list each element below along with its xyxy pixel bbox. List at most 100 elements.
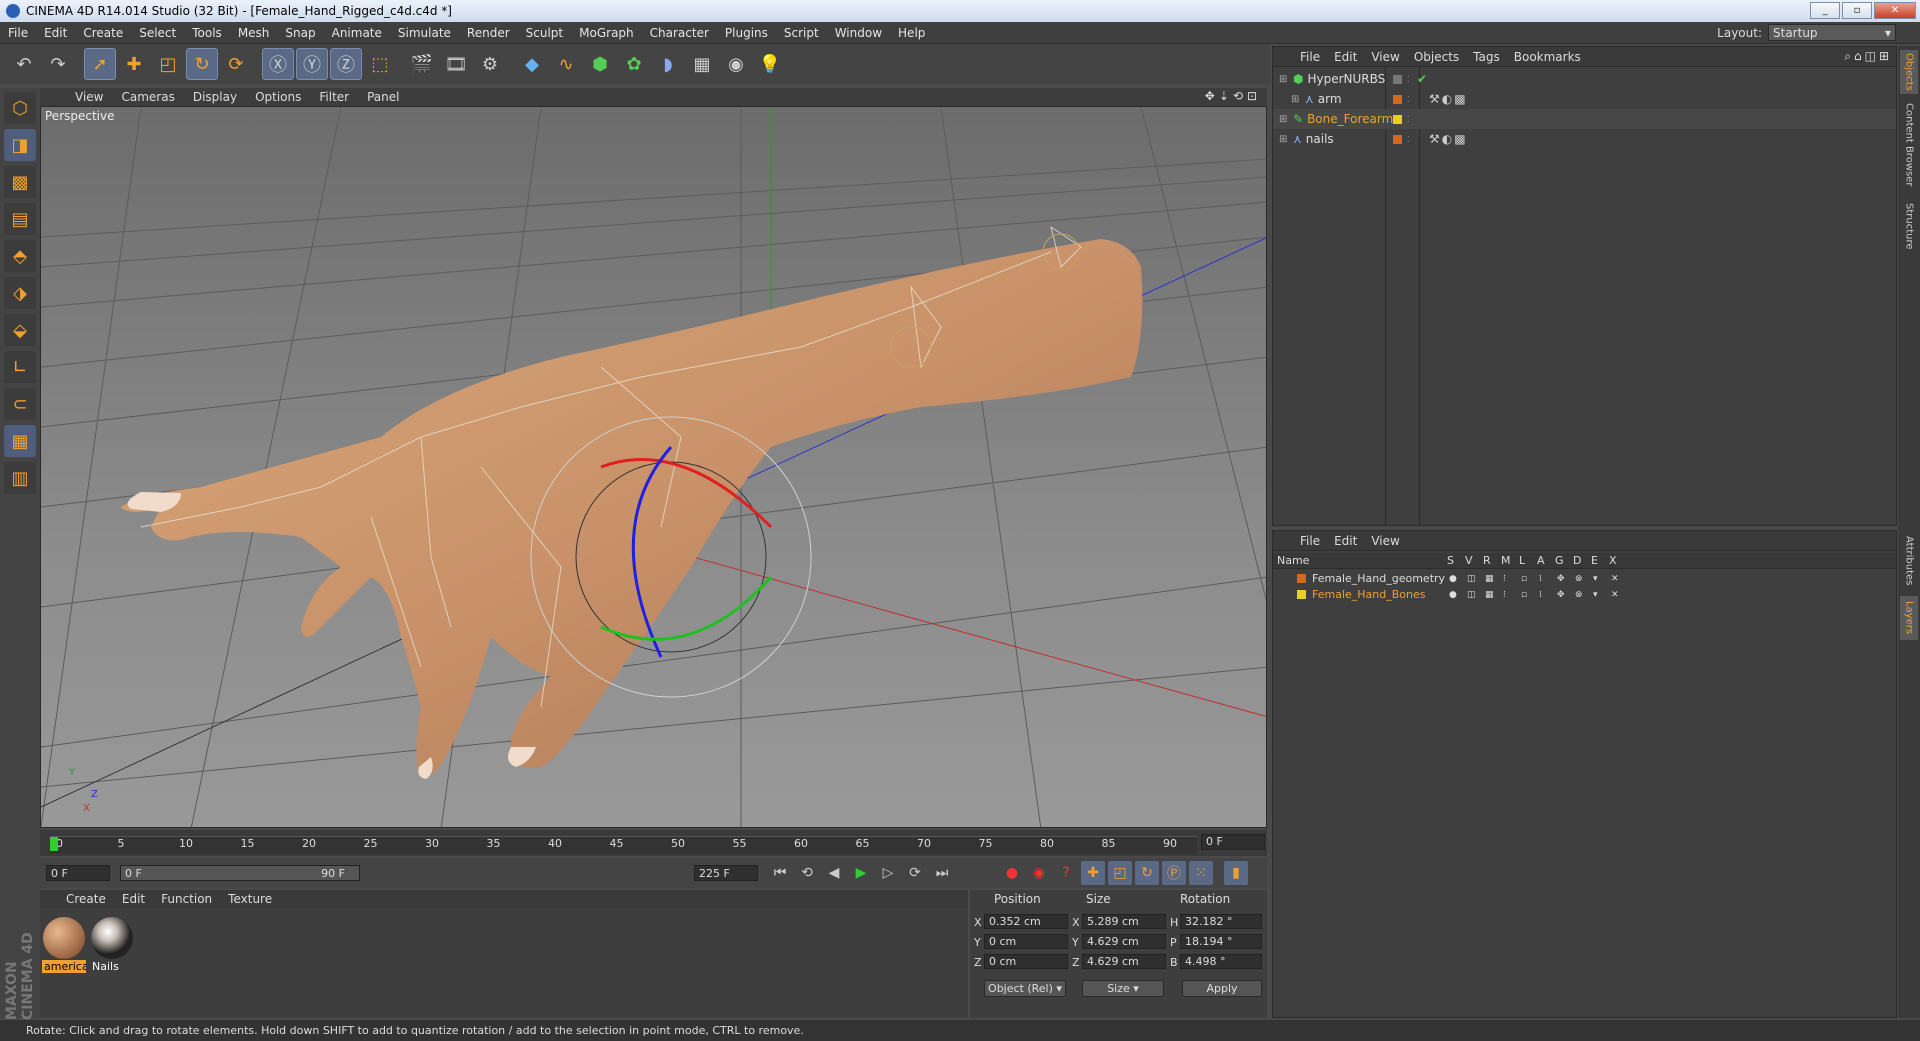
key-pla-icon[interactable]: ⁙ xyxy=(1189,861,1213,885)
go-to-end-icon[interactable]: ⏭ xyxy=(930,861,954,885)
start-frame-field[interactable]: 0 F xyxy=(46,865,110,881)
layer-toggle-icon[interactable]: ✕ xyxy=(1611,590,1619,600)
tab-objects[interactable]: Objects xyxy=(1900,50,1918,94)
object-menu-bookmarks[interactable]: Bookmarks xyxy=(1507,50,1588,64)
material-menu-texture[interactable]: Texture xyxy=(220,892,280,906)
object-row[interactable]: ⊞ ⬢ HyperNURBS ⁚ ✔ xyxy=(1273,69,1896,89)
object-menu-edit[interactable]: Edit xyxy=(1327,50,1364,64)
layer-menu-view[interactable]: View xyxy=(1364,534,1406,548)
camera-icon[interactable]: ◉ xyxy=(720,48,752,80)
layer-column-l[interactable]: L xyxy=(1519,554,1525,567)
make-editable-icon[interactable]: ⬡ xyxy=(4,92,36,124)
object-menu-file[interactable]: File xyxy=(1293,50,1327,64)
layer-color-swatch[interactable] xyxy=(1393,74,1402,84)
layer-toggle-icon[interactable]: ✕ xyxy=(1611,574,1619,584)
viewport-menu-view[interactable]: View xyxy=(66,90,112,104)
move-tool-button[interactable]: ✚ xyxy=(118,48,150,80)
texture-mode-icon[interactable]: ▩ xyxy=(4,166,36,198)
size-y-field[interactable]: 4.629 cm xyxy=(1082,934,1166,949)
layout-dropdown[interactable]: Startup ▾ xyxy=(1768,24,1896,41)
close-button[interactable]: ✕ xyxy=(1874,2,1916,19)
layer-column-m[interactable]: M xyxy=(1501,554,1511,567)
current-frame-field[interactable]: 0 F xyxy=(1201,834,1265,850)
live-selection-button[interactable]: ➚ xyxy=(84,48,116,80)
layer-column-d[interactable]: D xyxy=(1573,554,1581,567)
layer-column-r[interactable]: R xyxy=(1483,554,1491,567)
object-menu-tags[interactable]: Tags xyxy=(1466,50,1507,64)
playhead[interactable] xyxy=(50,837,58,851)
viewport-menu-display[interactable]: Display xyxy=(184,90,246,104)
expand-icon[interactable]: ⊞ xyxy=(1291,94,1301,105)
deformer-bend-icon[interactable]: ◗ xyxy=(652,48,684,80)
menu-character[interactable]: Character xyxy=(642,26,717,40)
layer-toggle-icon[interactable]: ▦ xyxy=(1485,590,1494,600)
recent-tools-button[interactable]: ⟳ xyxy=(220,48,252,80)
menu-help[interactable]: Help xyxy=(890,26,933,40)
layer-name[interactable]: Female_Hand_Bones xyxy=(1312,588,1426,601)
cube-primitive-icon[interactable]: ◆ xyxy=(516,48,548,80)
layer-column-a[interactable]: A xyxy=(1537,554,1545,567)
layer-column-v[interactable]: V xyxy=(1465,554,1473,567)
polygons-mode-icon[interactable]: ⬙ xyxy=(4,314,36,346)
menu-script[interactable]: Script xyxy=(776,26,827,40)
object-name[interactable]: arm xyxy=(1318,92,1400,106)
layer-toggle-icon[interactable]: ⁝ xyxy=(1503,590,1506,600)
size-mode-dropdown[interactable]: Size ▾ xyxy=(1082,980,1164,997)
object-tags-icons[interactable]: ⚒◐▩ xyxy=(1429,132,1468,146)
menu-window[interactable]: Window xyxy=(827,26,890,40)
next-frame-icon[interactable]: ▷ xyxy=(876,861,900,885)
edges-mode-icon[interactable]: ⬗ xyxy=(4,277,36,309)
enabled-check-icon[interactable]: ✔ xyxy=(1417,72,1427,86)
axis-mode-icon[interactable]: ∟ xyxy=(4,351,36,383)
timeline-ruler[interactable]: 0 5 10 15 20 25 30 35 40 45 50 55 60 65 70 75 80 85 90 xyxy=(50,836,1197,854)
apply-button[interactable]: Apply xyxy=(1182,980,1262,997)
layer-toggle-icon[interactable]: ▫ xyxy=(1521,574,1527,584)
object-row[interactable]: ⊞ ⋏ nails ⁚ ⚒◐▩ xyxy=(1273,129,1896,149)
menu-snap[interactable]: Snap xyxy=(277,26,323,40)
object-menu-view[interactable]: View xyxy=(1364,50,1406,64)
layer-color-swatch[interactable] xyxy=(1393,94,1402,104)
points-mode-icon[interactable]: ⬘ xyxy=(4,240,36,272)
material-americal[interactable]: americal xyxy=(42,916,86,973)
object-name[interactable]: nails xyxy=(1306,132,1400,146)
timeline-window-icon[interactable]: ▮ xyxy=(1224,861,1248,885)
render-picture-viewer-button[interactable]: 🎞 xyxy=(440,48,472,80)
viewport-nav-icons[interactable]: ✥⇣⟲⊡ xyxy=(1205,89,1261,103)
layer-menu-edit[interactable]: Edit xyxy=(1327,534,1364,548)
menu-render[interactable]: Render xyxy=(459,26,518,40)
object-name[interactable]: Bone_Forearm xyxy=(1307,112,1401,126)
z-axis-lock-button[interactable]: Ⓩ xyxy=(330,48,362,80)
array-cloner-icon[interactable]: ✿ xyxy=(618,48,650,80)
layer-column-name[interactable]: Name xyxy=(1277,554,1309,567)
object-row[interactable]: ⊞ ✎ Bone_Forearm ⁚ xyxy=(1273,109,1896,129)
layer-toggle-icon[interactable]: ⁝ xyxy=(1503,574,1506,584)
layer-toggle-icon[interactable]: ◫ xyxy=(1467,574,1476,584)
minimize-button[interactable]: _ xyxy=(1810,2,1840,19)
layer-column-e[interactable]: E xyxy=(1591,554,1598,567)
y-axis-lock-button[interactable]: Ⓨ xyxy=(296,48,328,80)
position-x-field[interactable]: 0.352 cm xyxy=(984,914,1068,929)
menu-plugins[interactable]: Plugins xyxy=(717,26,776,40)
workplane-lock-icon[interactable]: ▦ xyxy=(4,425,36,457)
key-scale-icon[interactable]: ◰ xyxy=(1108,861,1132,885)
hand-mesh[interactable] xyxy=(121,239,1143,778)
key-rotation-icon[interactable]: ↻ xyxy=(1135,861,1159,885)
next-key-icon[interactable]: ⟳ xyxy=(903,861,927,885)
object-row[interactable]: ⊞ ⋏ arm ⁚ ⚒◐▩ xyxy=(1273,89,1896,109)
size-z-field[interactable]: 4.629 cm xyxy=(1082,954,1166,969)
layer-column-g[interactable]: G xyxy=(1555,554,1564,567)
spline-pen-icon[interactable]: ∿ xyxy=(550,48,582,80)
play-icon[interactable]: ▶ xyxy=(849,861,873,885)
menu-mesh[interactable]: Mesh xyxy=(230,26,278,40)
layer-color-swatch[interactable] xyxy=(1393,114,1402,124)
floor-scene-icon[interactable]: ▦ xyxy=(686,48,718,80)
redo-button[interactable]: ↷ xyxy=(42,48,74,80)
coordinate-mode-dropdown[interactable]: Object (Rel) ▾ xyxy=(984,980,1066,997)
layer-toggle-icon[interactable]: ● xyxy=(1449,574,1457,584)
key-position-icon[interactable]: ✚ xyxy=(1081,861,1105,885)
material-nails[interactable]: Nails xyxy=(90,916,134,973)
render-view-button[interactable]: 🎬 xyxy=(406,48,438,80)
layer-toggle-icon[interactable]: ▾ xyxy=(1593,590,1598,600)
autokey-icon[interactable]: ◉ xyxy=(1027,861,1051,885)
tab-attributes[interactable]: Attributes xyxy=(1900,532,1918,590)
